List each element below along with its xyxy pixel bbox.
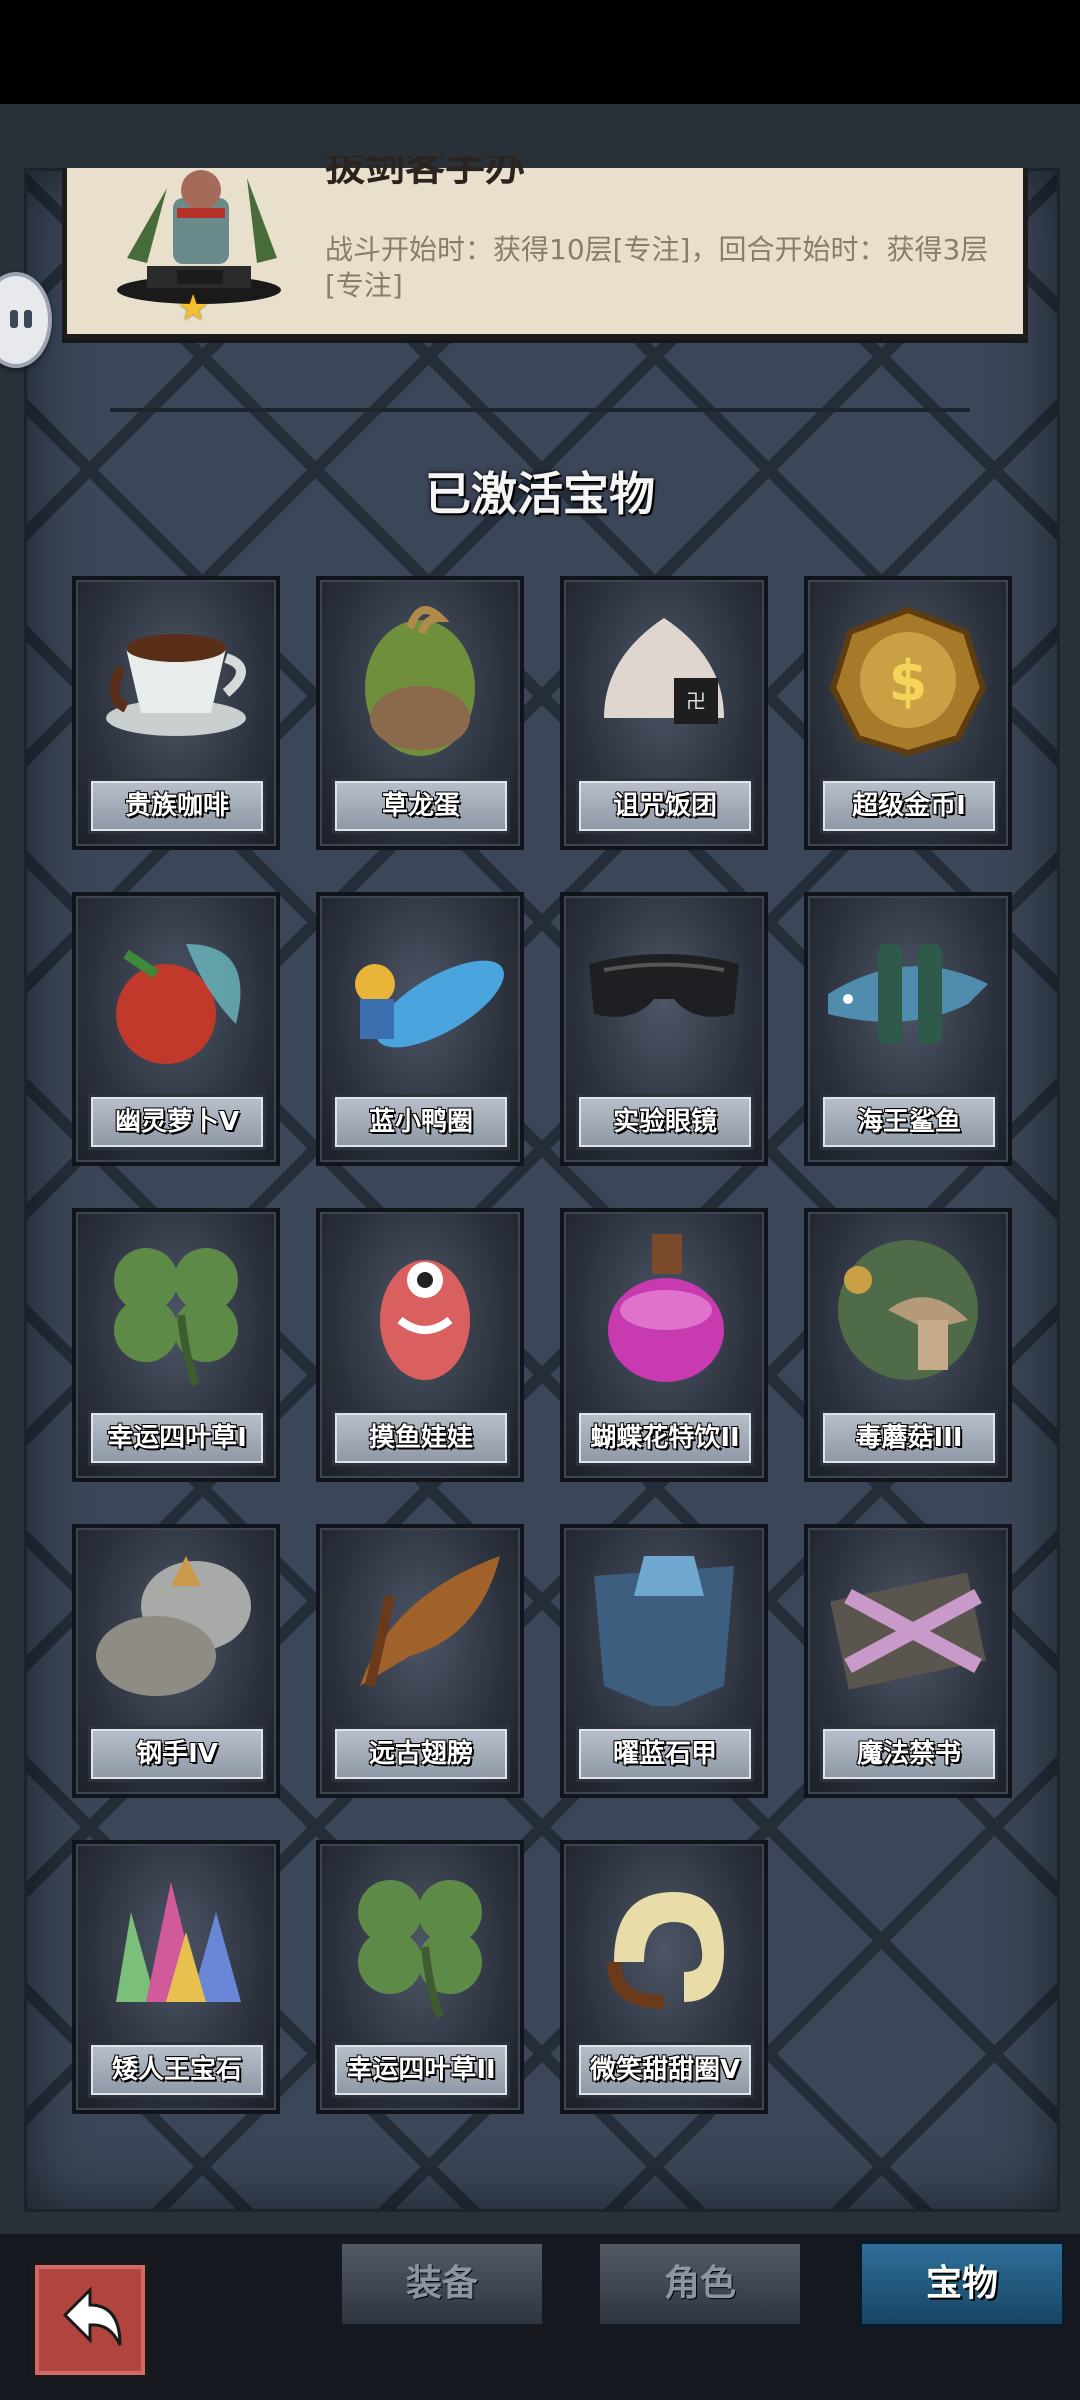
donut-icon [574,1852,754,2022]
relic-card[interactable]: ★ 拔剑客手办 战斗开始时：获得10层[专注]，回合开始时：获得3层[专注] [62,156,1028,339]
dragon-egg-icon [330,588,510,758]
treasure-label: 超级金币I [820,778,998,834]
treasure-slot[interactable]: 蓝小鸭圈 [316,892,524,1166]
gold-coin-icon: $ [818,588,998,758]
armor-icon [574,1536,754,1711]
treasure-label: 钢手IV [88,1726,266,1782]
wing-icon [330,1536,510,1706]
treasure-slot[interactable]: 卍诅咒饭团 [560,576,768,850]
coffee-cup-icon [86,588,266,758]
treasure-slot[interactable]: 钢手IV [72,1524,280,1798]
treasure-label: 魔法禁书 [820,1726,998,1782]
figurine-icon [107,168,287,308]
tab-character[interactable]: 角色 [596,2240,804,2328]
tab-equipment[interactable]: 装备 [338,2240,546,2328]
treasure-slot[interactable]: 矮人王宝石 [72,1840,280,2114]
treasure-slot[interactable]: 魔法禁书 [804,1524,1012,1798]
clover-icon [86,1220,266,1390]
treasure-label: 毒蘑菇III [820,1410,998,1466]
treasure-label: 实验眼镜 [576,1094,754,1150]
treasure-label: 幸运四叶草I [88,1410,266,1466]
potion-icon [574,1220,754,1390]
treasure-label: 草龙蛋 [332,778,510,834]
treasure-slot[interactable]: 蝴蝶花特饮II [560,1208,768,1482]
ghost-radish-icon [86,904,266,1074]
treasure-label: 远古翅膀 [332,1726,510,1782]
svg-text:$: $ [889,649,928,714]
treasure-slot[interactable]: 贵族咖啡 [72,576,280,850]
treasure-label: 摸鱼娃娃 [332,1410,510,1466]
treasure-label: 海王鲨鱼 [820,1094,998,1150]
treasure-slot[interactable]: 幸运四叶草II [316,1840,524,2114]
treasure-slot[interactable]: 曜蓝石甲 [560,1524,768,1798]
goggles-icon [574,904,754,1074]
treasure-label: 蓝小鸭圈 [332,1094,510,1150]
doll-icon [330,1220,510,1390]
relic-description: 战斗开始时：获得10层[专注]，回合开始时：获得3层[专注] [325,233,989,302]
return-arrow-icon [62,2286,122,2346]
relic-title: 拔剑客手办 [325,156,525,190]
divider [110,408,970,412]
treasure-label: 微笑甜甜圈V [576,2042,754,2098]
treasure-label: 矮人王宝石 [88,2042,266,2098]
treasure-slot[interactable]: 幸运四叶草I [72,1208,280,1482]
duck-ring-icon [330,904,510,1074]
treasure-slot[interactable]: 幽灵萝卜V [72,892,280,1166]
back-button[interactable] [30,2260,150,2380]
gems-icon [86,1852,266,2022]
shark-icon [818,904,998,1074]
rice-ball-icon: 卍 [574,588,754,758]
treasure-slot[interactable]: 微笑甜甜圈V [560,1840,768,2114]
star-icon: ★ [177,288,210,329]
treasure-label: 幽灵萝卜V [88,1094,266,1150]
tab-treasure[interactable]: 宝物 [858,2240,1066,2328]
treasure-slot[interactable]: 毒蘑菇III [804,1208,1012,1482]
treasure-label: 幸运四叶草II [332,2042,510,2098]
section-title: 已激活宝物 [425,467,655,521]
treasure-slot[interactable]: $ 超级金币I [804,576,1012,850]
treasure-slot[interactable]: 远古翅膀 [316,1524,524,1798]
steel-gauntlet-icon [86,1536,266,1706]
svg-text:卍: 卍 [686,689,706,713]
treasure-label: 诅咒饭团 [576,778,754,834]
treasure-slot[interactable]: 海王鲨鱼 [804,892,1012,1166]
spellbook-icon [818,1536,998,1706]
treasure-label: 贵族咖啡 [88,778,266,834]
treasure-label: 曜蓝石甲 [576,1726,754,1782]
clover-icon [330,1852,510,2022]
mushroom-icon [818,1220,998,1390]
treasure-slot[interactable]: 实验眼镜 [560,892,768,1166]
treasure-slot[interactable]: 摸鱼娃娃 [316,1208,524,1482]
treasure-label: 蝴蝶花特饮II [576,1410,754,1466]
treasure-slot[interactable]: 草龙蛋 [316,576,524,850]
